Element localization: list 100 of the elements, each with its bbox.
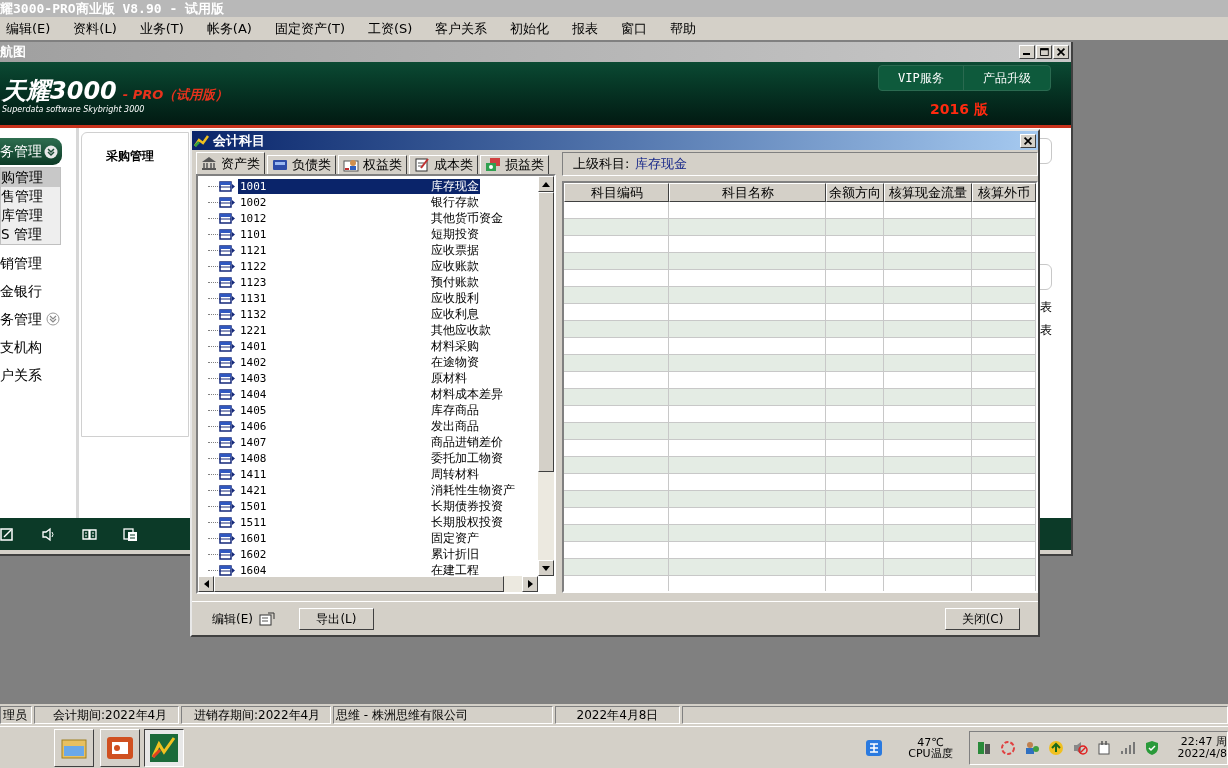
tree-item[interactable]: 1123 预付账款: [238, 274, 480, 290]
tree-item[interactable]: 1121 应收票据: [238, 242, 480, 258]
left-arrow-icon[interactable]: [203, 580, 209, 588]
dialog-title: 会计科目: [213, 131, 265, 150]
account-name: 消耗性生物资产: [430, 482, 516, 498]
tree-item[interactable]: 1411 周转材料: [238, 466, 480, 482]
tree-item[interactable]: 1404 材料成本差异: [238, 386, 504, 402]
menu-item[interactable]: 编辑(E): [6, 18, 51, 39]
account-name: 材料采购: [430, 338, 480, 354]
account-name: 应收票据: [430, 242, 480, 258]
vertical-scrollbar[interactable]: [538, 176, 554, 576]
account-name: 应收账款: [430, 258, 480, 274]
tree-item[interactable]: 1602 累计折旧: [238, 546, 480, 562]
chart-icon: [148, 731, 180, 764]
up-arrow-icon[interactable]: [542, 181, 550, 187]
column-header[interactable]: 核算现金流量: [884, 183, 972, 202]
tree-item[interactable]: 1131 应收股利: [238, 290, 480, 306]
nav-item[interactable]: S 管理: [1, 225, 60, 244]
menu-item[interactable]: 客户关系: [435, 18, 488, 39]
tab[interactable]: 采购管理: [106, 149, 154, 163]
tree-item[interactable]: 1511 长期股权投资: [238, 514, 504, 530]
tab[interactable]: 成本类: [409, 155, 478, 174]
menu-item[interactable]: 报表: [572, 18, 599, 39]
account-name: 在途物资: [430, 354, 480, 370]
edit-icon: [0, 526, 15, 542]
tree-item[interactable]: 1002 银行存款: [238, 194, 480, 210]
menu-item[interactable]: 资料(L): [73, 18, 117, 39]
properties-icon: [258, 610, 275, 627]
dialog-button[interactable]: 关闭(C): [945, 607, 1020, 630]
input-method-icon: [866, 739, 883, 756]
account-code: 1402: [239, 354, 268, 370]
tree-item[interactable]: 1408 委托加工物资: [238, 450, 504, 466]
tab[interactable]: 权益类: [338, 155, 407, 174]
minimize-button[interactable]: [1019, 45, 1035, 59]
menu-item[interactable]: 固定资产(T): [274, 18, 345, 39]
nav-group-header[interactable]: 务管理: [0, 305, 80, 333]
nav-item[interactable]: 户关系: [0, 361, 62, 389]
maximize-button[interactable]: [1036, 45, 1052, 59]
close-icon: [1054, 46, 1068, 58]
tree-item[interactable]: 1221 其他应收款: [238, 322, 492, 338]
right-arrow-icon[interactable]: [527, 580, 533, 588]
mute-icon: [1071, 739, 1088, 756]
tab[interactable]: 资产类: [196, 152, 265, 174]
tree-item[interactable]: 1101 短期投资: [238, 226, 480, 242]
tree-item[interactable]: 1501 长期债券投资: [238, 498, 504, 514]
nav-item[interactable]: 购管理: [1, 168, 60, 187]
banner-button[interactable]: VIP服务: [879, 66, 963, 90]
tree-item[interactable]: 1601 固定资产: [238, 530, 480, 546]
account-code: 1001: [238, 178, 430, 194]
account-name: 长期债券投资: [430, 498, 504, 514]
tree-item[interactable]: 1132 应收利息: [238, 306, 480, 322]
tree-item[interactable]: 1401 材料采购: [238, 338, 480, 354]
horizontal-scrollbar[interactable]: [198, 576, 538, 592]
nav-group-header[interactable]: 务管理: [0, 138, 62, 165]
close-button[interactable]: [1053, 45, 1069, 59]
tree-item[interactable]: 1406 发出商品: [238, 418, 480, 434]
taskbar-button[interactable]: [144, 728, 184, 767]
signal-icon: [1119, 739, 1136, 756]
menu-item[interactable]: 初始化: [510, 18, 550, 39]
status-cell: 2022年4月8日: [555, 706, 680, 724]
dialog-button[interactable]: 导出(L): [298, 607, 374, 630]
nav-item[interactable]: 售管理: [1, 187, 60, 206]
menu-item[interactable]: 窗口: [621, 18, 648, 39]
tree-item[interactable]: 1001 库存现金: [238, 178, 480, 194]
banner-button[interactable]: 产品升级: [962, 66, 1050, 90]
nav-item[interactable]: 库管理: [1, 206, 60, 225]
version-label: 2016 版: [930, 100, 988, 119]
tree-item[interactable]: 1421 消耗性生物资产: [238, 482, 516, 498]
column-header[interactable]: 科目名称: [669, 183, 826, 202]
column-header[interactable]: 核算外币: [972, 183, 1036, 202]
account-name: 发出商品: [430, 418, 480, 434]
column-header[interactable]: 科目编码: [564, 183, 669, 202]
menu-label[interactable]: 编辑(E): [212, 609, 253, 628]
tab[interactable]: 负债类: [267, 155, 336, 174]
window-title: 航图: [0, 43, 26, 62]
close-button[interactable]: [1020, 133, 1036, 148]
tree-item[interactable]: 1407 商品进销差价: [238, 434, 504, 450]
menu-item[interactable]: 工资(S): [368, 18, 413, 39]
tree-item[interactable]: 1402 在途物资: [238, 354, 480, 370]
nav-item[interactable]: 金银行: [0, 277, 62, 305]
nav-item[interactable]: 支机构: [0, 333, 62, 361]
column-header[interactable]: 余额方向: [826, 183, 884, 202]
menu-item[interactable]: 帐务(A): [206, 18, 252, 39]
menu-item[interactable]: 业务(T): [139, 18, 184, 39]
menu-item[interactable]: 帮助: [670, 18, 697, 39]
nav-item[interactable]: 销管理: [0, 249, 62, 277]
tree-item[interactable]: 1403 原材料: [238, 370, 468, 386]
tree-item[interactable]: 1012 其他货币资金: [238, 210, 504, 226]
account-code: 1002: [239, 194, 268, 210]
account-name: 短期投资: [430, 226, 480, 242]
tree-item[interactable]: 1604 在建工程: [238, 562, 480, 576]
account-code: 1122: [239, 258, 268, 274]
tree-item[interactable]: 1405 库存商品: [238, 402, 480, 418]
tab[interactable]: 损益类: [480, 155, 549, 174]
account-code: 1121: [239, 242, 268, 258]
down-arrow-icon[interactable]: [542, 565, 550, 571]
account-code: 1602: [239, 546, 268, 562]
account-name: 累计折旧: [430, 546, 480, 562]
account-name: 长期股权投资: [430, 514, 504, 530]
tree-item[interactable]: 1122 应收账款: [238, 258, 480, 274]
